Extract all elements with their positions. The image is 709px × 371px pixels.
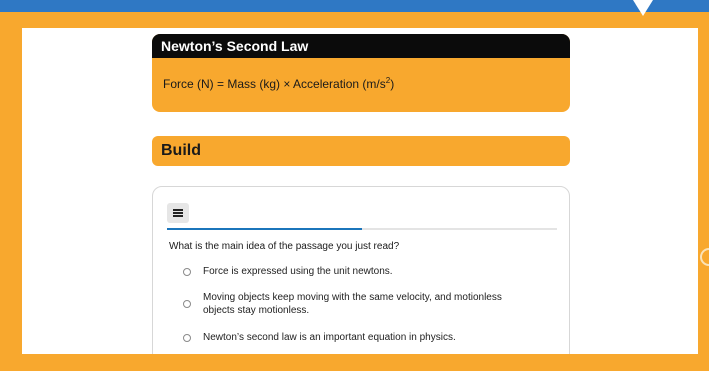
answer-option-1[interactable]: Force is expressed using the unit newton… bbox=[183, 265, 393, 278]
hamburger-icon bbox=[173, 209, 183, 217]
progress-bar bbox=[167, 228, 557, 230]
radio-button[interactable] bbox=[183, 333, 191, 342]
law-card-title: Newton’s Second Law bbox=[152, 34, 570, 58]
law-card: Newton’s Second Law Force (N) = Mass (kg… bbox=[152, 34, 570, 112]
formula-close: ) bbox=[390, 77, 395, 91]
answer-option-2[interactable]: Moving objects keep moving with the same… bbox=[183, 291, 513, 317]
notch-indicator bbox=[633, 0, 653, 16]
answer-option-label: Newton’s second law is an important equa… bbox=[203, 332, 456, 343]
radio-button[interactable] bbox=[183, 267, 191, 276]
question-text: What is the main idea of the passage you… bbox=[169, 241, 400, 252]
answer-option-label: Moving objects keep moving with the same… bbox=[203, 292, 502, 316]
radio-button[interactable] bbox=[183, 300, 191, 308]
answer-option-label: Force is expressed using the unit newton… bbox=[203, 266, 393, 277]
law-card-formula: Force (N) = Mass (kg) × Acceleration (m/… bbox=[152, 58, 570, 91]
quiz-card: What is the main idea of the passage you… bbox=[152, 186, 570, 354]
menu-button[interactable] bbox=[167, 203, 189, 223]
build-section-header: Build bbox=[152, 136, 570, 166]
answer-option-3[interactable]: Newton’s second law is an important equa… bbox=[183, 331, 456, 344]
content-panel: Newton’s Second Law Force (N) = Mass (kg… bbox=[22, 28, 698, 354]
progress-fill bbox=[167, 228, 362, 230]
formula-text: Force (N) = Mass (kg) × Acceleration (m/… bbox=[163, 77, 386, 91]
